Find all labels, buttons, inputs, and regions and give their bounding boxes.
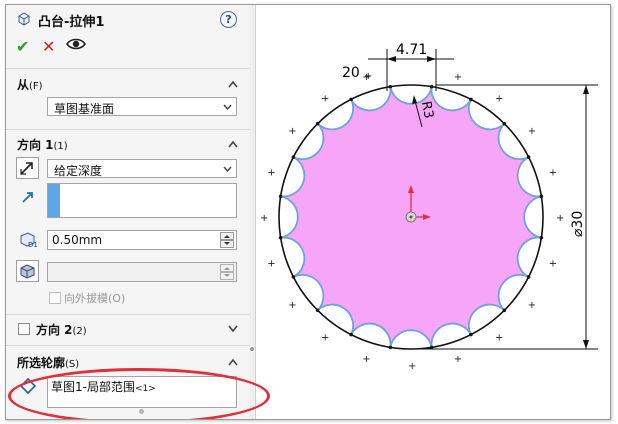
highlight-ellipse (8, 368, 270, 419)
width-dimension[interactable]: 4.71 (396, 42, 427, 58)
draft-outward-checkbox[interactable] (49, 292, 61, 304)
direction-arrow-icon (22, 192, 33, 203)
arc-center-marker: + (288, 126, 296, 137)
draft-angle-input[interactable] (47, 262, 237, 282)
svg-text:D1: D1 (28, 241, 38, 249)
arc-center-marker: + (495, 93, 503, 104)
arc-center-marker: + (321, 333, 329, 344)
chevron-down-icon (223, 166, 232, 172)
collapse-caret-icon[interactable] (228, 358, 238, 366)
direction-reference-list[interactable] (47, 183, 237, 218)
end-condition-select[interactable]: 给定深度 (47, 159, 237, 178)
dim-arrow (583, 85, 589, 94)
arc-center-marker: + (321, 93, 329, 104)
depth-value: 0.50mm (52, 233, 103, 247)
ok-check-icon[interactable]: ✔ (16, 37, 29, 56)
direction2-section-title[interactable]: 方向 2(2) (36, 321, 87, 338)
arc-center-marker: + (556, 213, 564, 224)
dim-arrow (387, 56, 396, 62)
dim-arrow (427, 56, 436, 62)
arc-center-marker: + (549, 167, 557, 178)
chevron-down-icon (223, 104, 232, 110)
collapse-caret-icon[interactable] (228, 140, 238, 148)
sketch-view[interactable]: 4.71 20 + R3 ⌀30 + + + + + ++++++++++++++ (256, 5, 610, 419)
active-selection-marker (48, 184, 60, 217)
separator (6, 314, 249, 315)
direction1-section-title[interactable]: 方向 1(1) (17, 136, 68, 153)
start-condition-value: 草图基准面 (54, 102, 115, 116)
arc-center-marker: + (454, 72, 462, 83)
graphics-area[interactable]: 4.71 20 + R3 ⌀30 + + + + + + + + + + + +… (256, 5, 610, 419)
direction2-checkbox[interactable] (18, 323, 30, 335)
preview-eye-icon[interactable] (66, 35, 86, 53)
expand-caret-icon[interactable] (228, 325, 238, 333)
collapse-caret-icon[interactable] (228, 80, 238, 88)
pattern-count-label[interactable]: 20 (342, 65, 360, 81)
arc-center-marker: + (267, 259, 275, 270)
panel-splitter[interactable] (249, 5, 256, 419)
arc-center-marker: + (528, 126, 536, 137)
arc-center-marker: + (260, 213, 268, 224)
extrude-window: 凸台-拉伸1 ? ✔ ✕ 从(F) 草图基准面 方向 1(1) 给定深度 D1 … (5, 4, 611, 420)
arc-center-marker: + (288, 300, 296, 311)
radius-dimension[interactable]: R3 (418, 100, 436, 120)
separator (6, 129, 249, 130)
spin-arrows-icon[interactable] (220, 232, 234, 248)
selected-contours-title[interactable]: 所选轮廓(S) (17, 354, 79, 371)
reverse-direction-icon[interactable] (16, 157, 39, 179)
start-condition-select[interactable]: 草图基准面 (47, 97, 237, 116)
arc-center-marker: + (549, 259, 557, 270)
draft-toggle-icon[interactable] (16, 260, 39, 282)
dim-arrow (412, 95, 417, 104)
feature-title: 凸台-拉伸1 (38, 15, 105, 30)
depth-input[interactable]: 0.50mm (47, 230, 237, 250)
cancel-icon[interactable]: ✕ (42, 37, 55, 56)
diameter-dimension[interactable]: ⌀30 (570, 211, 586, 237)
dim-arrow (583, 340, 589, 349)
arc-center-marker: + (495, 333, 503, 344)
arc-center-marker: + (408, 361, 416, 372)
arc-center-marker: + (362, 72, 370, 83)
property-manager: 凸台-拉伸1 ? ✔ ✕ 从(F) 草图基准面 方向 1(1) 给定深度 D1 … (6, 5, 250, 419)
separator (6, 68, 249, 69)
end-condition-value: 给定深度 (54, 164, 103, 178)
help-icon[interactable]: ? (220, 11, 237, 28)
spin-arrows-icon[interactable] (220, 264, 234, 280)
boss-extrude-icon (18, 12, 30, 26)
depth-icon: D1 (20, 232, 38, 249)
arc-center-marker: + (528, 300, 536, 311)
from-section-title[interactable]: 从(F) (17, 76, 43, 93)
separator (6, 345, 249, 346)
arc-center-marker: + (362, 354, 370, 365)
arc-center-marker: + (267, 167, 275, 178)
arc-center-marker: + (454, 354, 462, 365)
draft-outward-label: 向外拔模(O) (64, 292, 126, 305)
